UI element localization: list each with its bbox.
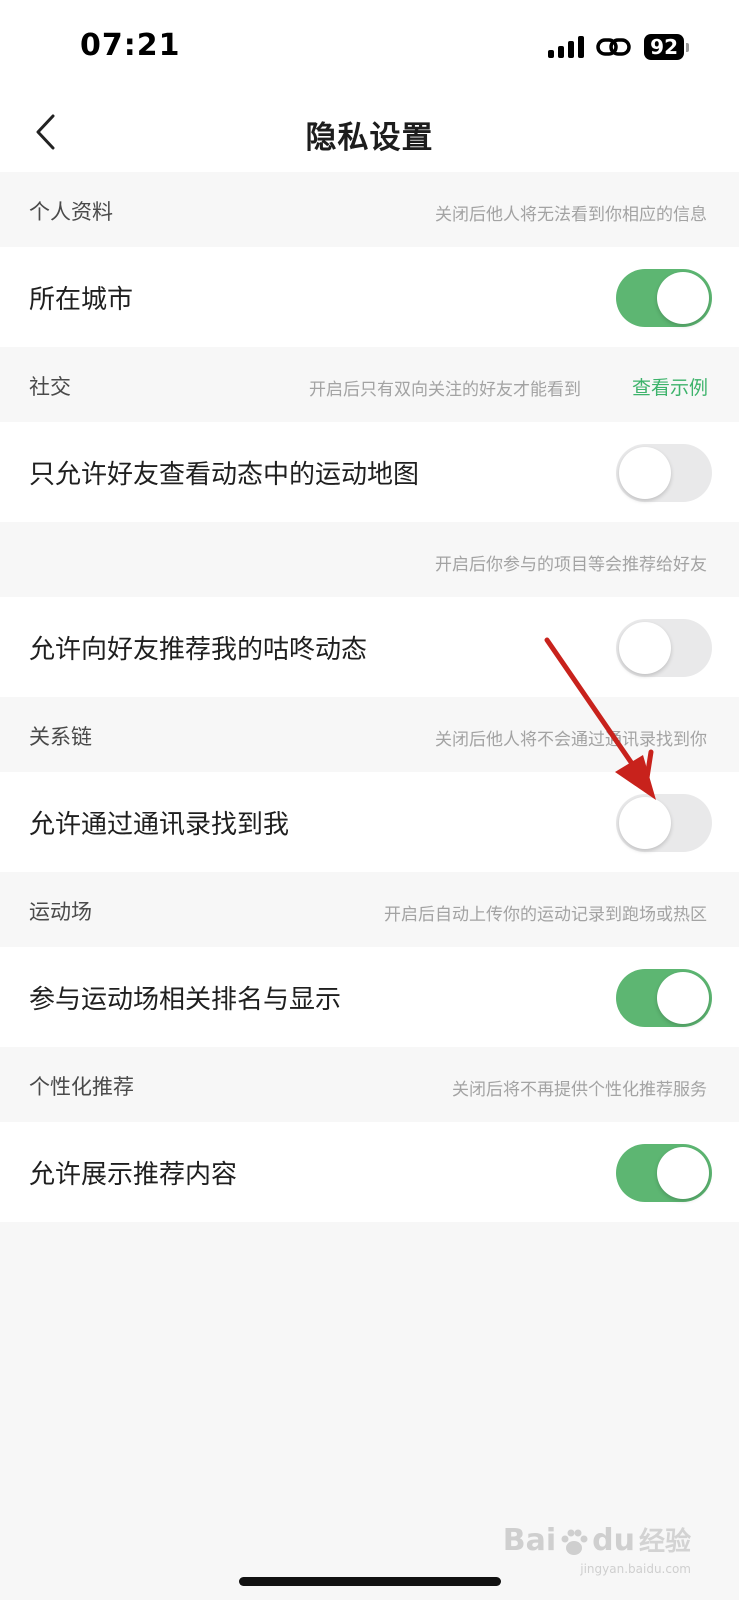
watermark-brand: Bai [502,1523,557,1558]
section-title: 社交 [29,375,71,399]
setting-label: 参与运动场相关排名与显示 [29,985,342,1015]
page-title: 隐私设置 [305,120,434,156]
toggle-knob [657,972,709,1024]
section-title: 关系链 [29,725,92,749]
section-header-relationship: 关系链 关闭后他人将不会通过通讯录找到你 [0,697,739,772]
toggle-knob [619,622,671,674]
setting-row-friends-map: 只允许好友查看动态中的运动地图 [0,422,739,522]
toggle-knob [619,447,671,499]
setting-row-ranking: 参与运动场相关排名与显示 [0,947,739,1047]
home-indicator[interactable] [239,1577,501,1586]
watermark-sub: jingyan.baidu.com [580,1562,691,1576]
paw-icon [561,1529,588,1555]
cellular-signal-icon [548,36,585,58]
setting-row-city: 所在城市 [0,247,739,347]
nav-bar: 隐私设置 [0,94,739,172]
setting-label: 只允许好友查看动态中的运动地图 [29,460,420,490]
section-title: 运动场 [29,900,92,924]
toggle-knob [657,1147,709,1199]
section-header-personalized: 个性化推荐 关闭后将不再提供个性化推荐服务 [0,1047,739,1122]
section-note: 开启后你参与的项目等会推荐给好友 [435,555,707,575]
setting-label: 允许展示推荐内容 [29,1160,238,1190]
battery-level: 92 [644,34,684,60]
section-note: 开启后自动上传你的运动记录到跑场或热区 [384,905,707,925]
section-title: 个性化推荐 [29,1075,134,1099]
section-title: 个人资料 [29,200,113,224]
section-header-profile: 个人资料 关闭后他人将无法看到你相应的信息 [0,172,739,247]
baidu-watermark: Bai du 经验 jingyan.baidu.com [502,1521,691,1576]
recommend-activity-toggle[interactable] [616,619,712,677]
setting-row-contacts: 允许通过通讯录找到我 [0,772,739,872]
status-icons: 92 [548,34,689,60]
recommend-content-toggle[interactable] [616,1144,712,1202]
section-note: 开启后只有双向关注的好友才能看到 [309,380,581,400]
watermark-cn: 经验 [638,1527,691,1557]
ranking-toggle[interactable] [616,969,712,1027]
toggle-knob [619,797,671,849]
setting-label: 允许向好友推荐我的咕咚动态 [29,635,368,665]
section-header-sports-field: 运动场 开启后自动上传你的运动记录到跑场或热区 [0,872,739,947]
setting-row-recommend-content: 允许展示推荐内容 [0,1122,739,1222]
status-bar: 07:21 92 [0,0,739,94]
contacts-toggle[interactable] [616,794,712,852]
section-header-social: 社交 开启后只有双向关注的好友才能看到 查看示例 [0,347,739,422]
section-note: 关闭后将不再提供个性化推荐服务 [452,1080,707,1100]
friends-map-toggle[interactable] [616,444,712,502]
section-header-recommend-friends: 开启后你参与的项目等会推荐给好友 [0,522,739,597]
battery-icon: 92 [644,34,689,60]
watermark-brand-tail: du [592,1523,635,1558]
setting-label: 所在城市 [29,285,134,315]
setting-label: 允许通过通讯录找到我 [29,810,290,840]
view-example-link[interactable]: 查看示例 [632,373,708,400]
link-icon [596,38,631,56]
status-time: 07:21 [80,28,181,63]
setting-row-recommend-activity: 允许向好友推荐我的咕咚动态 [0,597,739,697]
city-toggle[interactable] [616,269,712,327]
section-note: 关闭后他人将无法看到你相应的信息 [435,205,707,225]
section-note: 关闭后他人将不会通过通讯录找到你 [435,730,707,750]
toggle-knob [657,272,709,324]
